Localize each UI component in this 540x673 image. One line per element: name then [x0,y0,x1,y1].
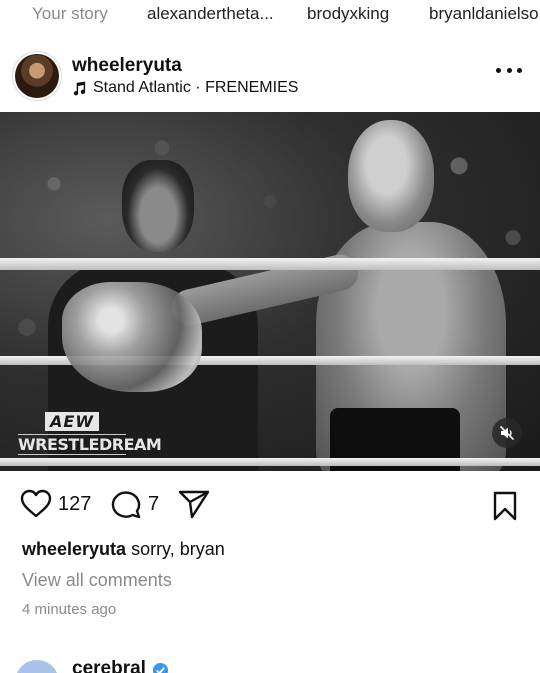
comment-button[interactable]: 7 [110,489,159,519]
comment-count: 7 [148,492,160,515]
like-count[interactable]: 127 [58,493,91,516]
more-horizontal-icon [496,67,501,73]
avatar[interactable] [15,660,59,673]
ring-rope-top [0,258,540,270]
post-username[interactable]: wheeleryuta [72,55,182,77]
story-alexandertheta[interactable]: alexandertheta... [147,4,274,24]
next-post-header: cerebral [0,656,540,673]
caption-username[interactable]: wheeleryuta [22,539,126,559]
post-timestamp: 4 minutes ago [22,601,117,618]
post-image[interactable]: AEW WRESTLEDREAM [0,112,540,471]
like-button[interactable]: 127 [20,489,91,519]
verified-badge-icon [152,662,169,673]
post-caption: wheeleryuta sorry, bryan [22,539,225,560]
aew-wrestledream-logo: AEW WRESTLEDREAM [18,412,162,455]
music-note-icon [73,80,86,95]
view-all-comments-link[interactable]: View all comments [22,570,172,591]
ring-rope-bottom [0,458,540,466]
story-bryanldanielso[interactable]: bryanldanielso [429,4,539,24]
heart-icon [20,489,52,518]
stories-row: Your story alexandertheta... brodyxking … [0,0,540,28]
comment-icon [111,491,141,519]
story-brodyxking[interactable]: brodyxking [307,4,389,24]
send-icon [178,490,210,519]
more-options-button[interactable] [496,60,522,80]
muted-speaker-icon [499,425,515,441]
post-header: wheeleryuta Stand Atlantic · FRENEMIES [0,50,540,106]
audio-track-label: Stand Atlantic · FRENEMIES [93,79,299,96]
share-button[interactable] [178,489,210,519]
audio-track[interactable]: Stand Atlantic · FRENEMIES [72,79,298,97]
caption-text: sorry, bryan [131,539,225,559]
avatar[interactable] [15,54,59,98]
save-button[interactable] [492,491,518,526]
story-your-story[interactable]: Your story [32,4,108,24]
next-post-username[interactable]: cerebral [72,658,146,673]
mute-toggle-button[interactable] [492,418,522,448]
post-actions: 127 7 [0,486,540,526]
bookmark-icon [493,491,517,521]
